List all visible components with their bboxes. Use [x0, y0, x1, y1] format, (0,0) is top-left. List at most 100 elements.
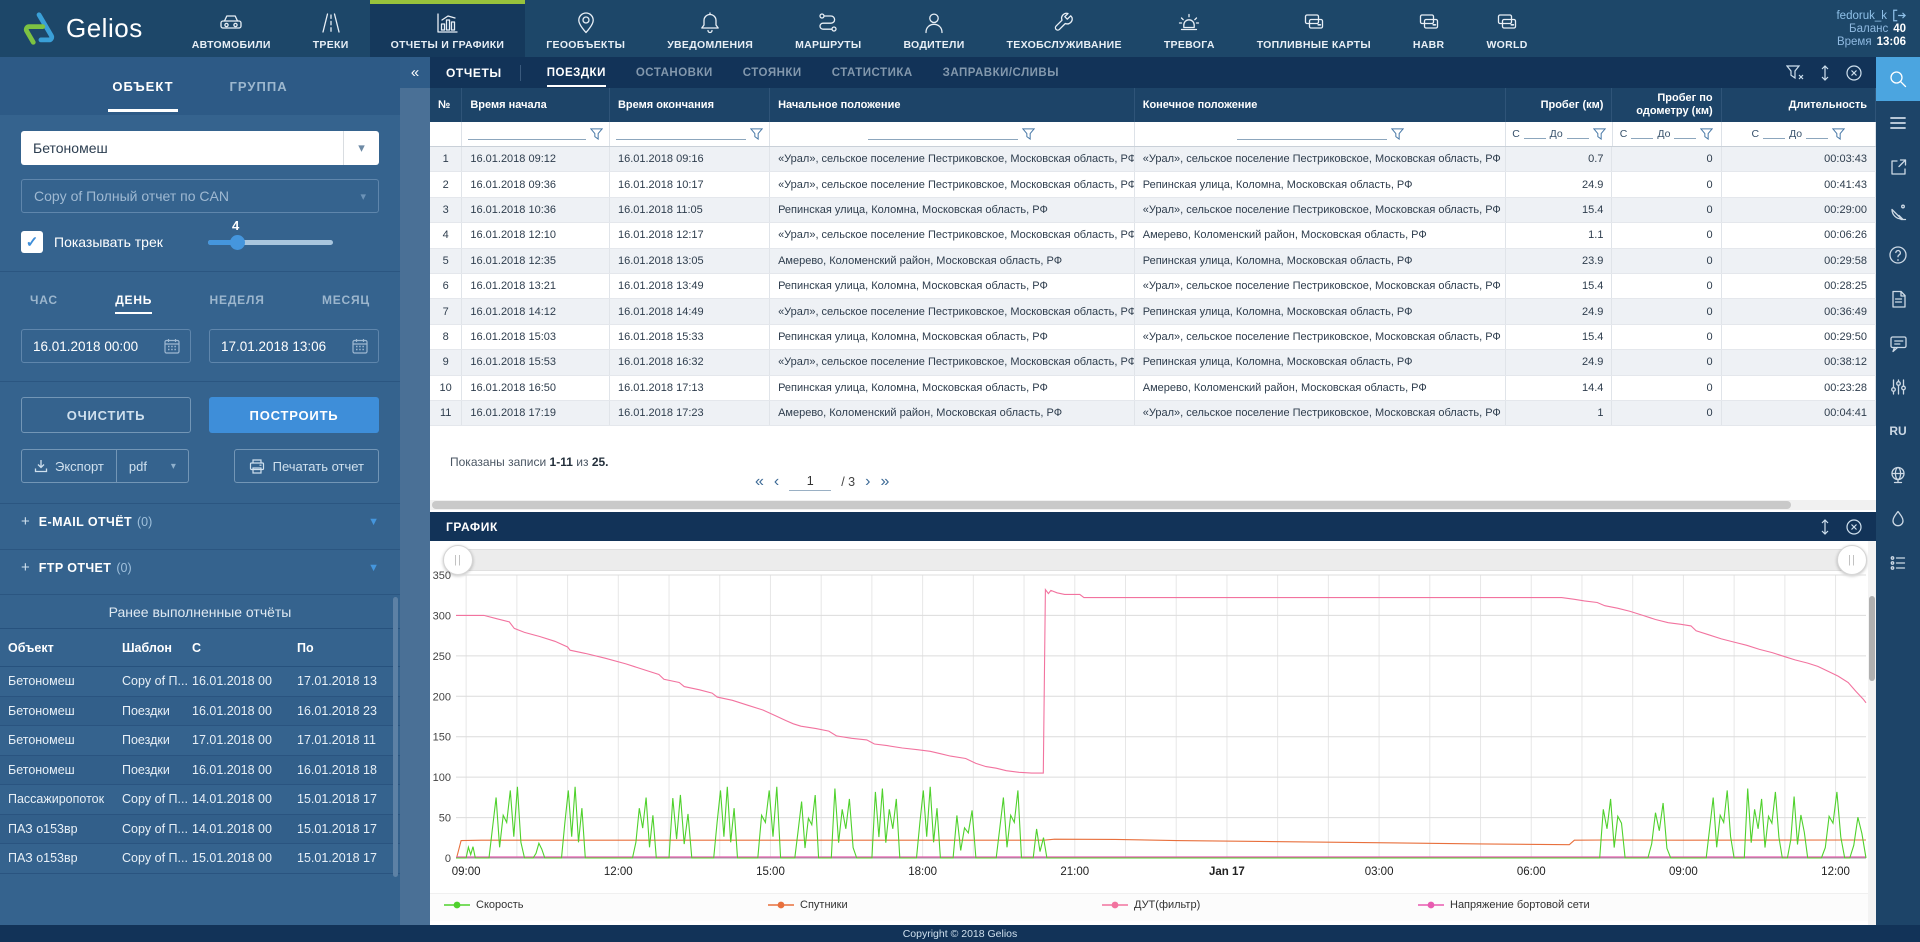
table-row[interactable]: 1016.01.2018 16:5016.01.2018 17:13Репинс…	[430, 376, 1876, 401]
column-header-4[interactable]: Начальное положение	[770, 88, 1135, 122]
filter-cell-1[interactable]	[430, 122, 462, 146]
prev-page-button[interactable]: ‹	[774, 473, 779, 491]
filter-cell-2[interactable]	[462, 122, 610, 146]
template-select[interactable]: Copy of Полный отчет по CAN ▾	[21, 179, 379, 213]
build-button[interactable]: ПОСТРОИТЬ	[209, 397, 379, 433]
legend-item-4[interactable]: Напряжение бортовой сети	[1418, 899, 1590, 911]
show-track-checkbox[interactable]: ✓	[21, 231, 43, 253]
globe-icon[interactable]	[1876, 453, 1920, 497]
filter-cell-8[interactable]: СДо	[1722, 122, 1876, 146]
export-button[interactable]: Экспорт	[21, 449, 117, 483]
resize-graph-icon[interactable]	[1820, 519, 1830, 535]
table-row[interactable]: 916.01.2018 15:5316.01.2018 16:32«Урал»,…	[430, 350, 1876, 375]
horizontal-scrollbar[interactable]	[430, 500, 1876, 510]
collapse-panel-button[interactable]: «	[400, 57, 430, 88]
date-to-input[interactable]: 17.01.2018 13:06	[209, 329, 379, 363]
object-select[interactable]: Бетономеш ▾	[21, 131, 379, 165]
report-tab-5[interactable]: ЗАПРАВКИ/СЛИВЫ	[943, 59, 1059, 87]
next-page-button[interactable]: ›	[865, 473, 870, 491]
filter-cell-6[interactable]: СДо	[1506, 122, 1612, 146]
first-page-button[interactable]: «	[755, 473, 764, 491]
doc-icon[interactable]	[1876, 277, 1920, 321]
filter-cell-4[interactable]	[770, 122, 1135, 146]
report-tab-2[interactable]: ОСТАНОВКИ	[636, 59, 713, 87]
legend-item-2[interactable]: Спутники	[768, 899, 848, 911]
period-tab-месяц[interactable]: МЕСЯЦ	[322, 293, 370, 314]
column-header-6[interactable]: Пробег (км)	[1506, 88, 1612, 122]
tab-object[interactable]: ОБЪЕКТ	[108, 61, 177, 112]
table-row[interactable]: 516.01.2018 12:3516.01.2018 13:05Амерево…	[430, 249, 1876, 274]
column-header-1[interactable]: №	[430, 88, 462, 122]
tab-group[interactable]: ГРУППА	[226, 61, 292, 112]
period-tab-час[interactable]: ЧАС	[30, 293, 58, 314]
history-row[interactable]: БетономешCopy of П...16.01.2018 0017.01.…	[0, 667, 400, 697]
language-switch-ru[interactable]: RU	[1876, 409, 1920, 453]
ftp-report-accordion[interactable]: + FTP ОТЧЕТ (0) ▼	[0, 550, 400, 585]
column-header-3[interactable]: Время окончания	[610, 88, 770, 122]
nav-item-8[interactable]: ТЕХОБСЛУЖИВАНИЕ	[986, 0, 1143, 57]
close-graph-icon[interactable]	[1846, 519, 1862, 535]
filter-icon[interactable]	[1593, 128, 1606, 140]
table-row[interactable]: 216.01.2018 09:3616.01.2018 10:17«Урал»,…	[430, 172, 1876, 197]
history-row[interactable]: БетономешПоездки16.01.2018 0016.01.2018 …	[0, 756, 400, 786]
filter-icon[interactable]	[1391, 128, 1404, 140]
nav-item-12[interactable]: WORLD	[1465, 0, 1548, 57]
date-from-input[interactable]: 16.01.2018 00:00	[21, 329, 191, 363]
nav-item-1[interactable]: АВТОМОБИЛИ	[171, 0, 292, 57]
filter-cell-7[interactable]: СДо	[1613, 122, 1722, 146]
period-tab-неделя[interactable]: НЕДЕЛЯ	[210, 293, 265, 314]
satellite-icon[interactable]	[1876, 189, 1920, 233]
line-chart[interactable]: 05010015020025030035009:0012:0015:0018:0…	[430, 541, 1876, 891]
report-tab-4[interactable]: СТАТИСТИКА	[832, 59, 913, 87]
calendar-icon[interactable]	[164, 338, 190, 354]
chat-icon[interactable]	[1876, 321, 1920, 365]
list-icon[interactable]	[1876, 541, 1920, 585]
clear-button[interactable]: ОЧИСТИТЬ	[21, 397, 191, 433]
history-row[interactable]: ПАЗ о153врCopy of П...15.01.2018 0015.01…	[0, 844, 400, 874]
history-row[interactable]: ПассажиропотокCopy of П...14.01.2018 001…	[0, 785, 400, 815]
nav-item-3[interactable]: ОТЧЕТЫ И ГРАФИКИ	[370, 0, 526, 57]
table-row[interactable]: 116.01.2018 09:1216.01.2018 09:16«Урал»,…	[430, 147, 1876, 172]
filter-icon[interactable]	[1022, 128, 1035, 140]
filter-cell-5[interactable]	[1135, 122, 1507, 146]
menu-icon[interactable]	[1876, 101, 1920, 145]
history-row[interactable]: ПАЗ о153врCopy of П...14.01.2018 0015.01…	[0, 815, 400, 845]
report-tab-1[interactable]: ПОЕЗДКИ	[547, 59, 606, 87]
app-logo[interactable]: Gelios	[0, 0, 171, 57]
table-row[interactable]: 816.01.2018 15:0316.01.2018 15:33Репинск…	[430, 325, 1876, 350]
column-header-8[interactable]: Длительность	[1722, 88, 1876, 122]
legend-item-3[interactable]: ДУТ(фильтр)	[1102, 899, 1200, 911]
track-width-slider[interactable]: 4	[208, 240, 333, 245]
table-row[interactable]: 716.01.2018 14:1216.01.2018 14:49«Урал»,…	[430, 299, 1876, 324]
nav-item-4[interactable]: ГЕООБЪЕКТЫ	[525, 0, 646, 57]
table-row[interactable]: 616.01.2018 13:2116.01.2018 13:49Репинск…	[430, 274, 1876, 299]
period-tab-день[interactable]: ДЕНЬ	[115, 293, 152, 314]
history-row[interactable]: БетономешПоездки17.01.2018 0017.01.2018 …	[0, 726, 400, 756]
nav-item-9[interactable]: ТРЕВОГА	[1143, 0, 1236, 57]
slider-thumb[interactable]	[230, 235, 245, 250]
email-report-accordion[interactable]: + E-MAIL ОТЧЁТ (0) ▼	[0, 504, 400, 539]
history-row[interactable]: БетономешПоездки16.01.2018 0016.01.2018 …	[0, 697, 400, 727]
hscroll-thumb[interactable]	[432, 501, 1791, 509]
nav-item-7[interactable]: ВОДИТЕЛИ	[882, 0, 985, 57]
vertical-scrollbar[interactable]	[1868, 541, 1876, 925]
column-header-2[interactable]: Время начала	[462, 88, 610, 122]
table-row[interactable]: 316.01.2018 10:3616.01.2018 11:05Репинск…	[430, 198, 1876, 223]
username[interactable]: fedoruk_k	[1836, 10, 1887, 22]
filter-icon[interactable]	[590, 128, 603, 140]
vscroll-thumb[interactable]	[1869, 596, 1875, 681]
filter-icon[interactable]	[750, 128, 763, 140]
sliders-icon[interactable]	[1876, 365, 1920, 409]
nav-item-10[interactable]: ТОПЛИВНЫЕ КАРТЫ	[1236, 0, 1392, 57]
report-tab-3[interactable]: СТОЯНКИ	[743, 59, 802, 87]
nav-item-6[interactable]: МАРШРУТЫ	[774, 0, 882, 57]
last-page-button[interactable]: »	[880, 473, 889, 491]
calendar-icon[interactable]	[352, 338, 378, 354]
filter-cell-3[interactable]	[610, 122, 770, 146]
logout-icon[interactable]	[1892, 9, 1906, 22]
filter-icon[interactable]	[1832, 128, 1845, 140]
print-report-button[interactable]: Печатать отчет	[234, 449, 379, 483]
column-header-5[interactable]: Конечное положение	[1135, 88, 1506, 122]
help-icon[interactable]	[1876, 233, 1920, 277]
table-row[interactable]: 1116.01.2018 17:1916.01.2018 17:23Амерев…	[430, 401, 1876, 426]
